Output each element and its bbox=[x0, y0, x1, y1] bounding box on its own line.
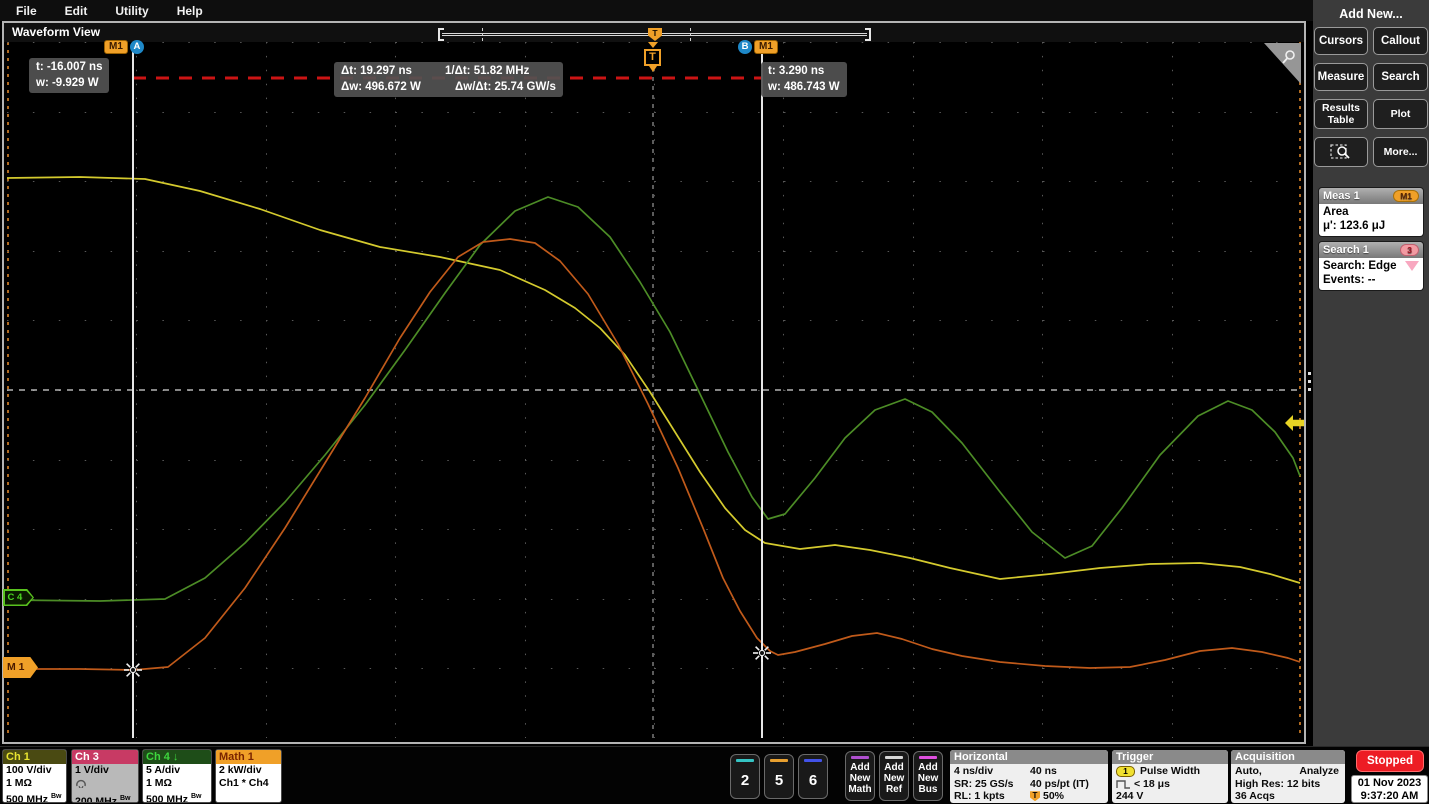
graticule bbox=[7, 42, 1301, 738]
plot-button[interactable]: Plot bbox=[1373, 99, 1428, 129]
scope-button-2[interactable]: 2 bbox=[730, 754, 760, 799]
meas1-type: Area bbox=[1323, 205, 1419, 219]
record-trigger-marker[interactable]: T bbox=[648, 28, 662, 41]
search-button[interactable]: Search bbox=[1373, 63, 1428, 91]
menu-file[interactable]: File bbox=[16, 4, 37, 18]
meas1-source-badge: M1 bbox=[1393, 190, 1419, 202]
panel-splitter-handle[interactable] bbox=[1306, 367, 1313, 396]
run-stop-button[interactable]: Stopped bbox=[1356, 750, 1424, 772]
cursor-b-marker[interactable] bbox=[753, 644, 771, 662]
trigger-t-icon: T bbox=[644, 49, 661, 66]
zoom-mode-button[interactable] bbox=[1314, 137, 1368, 167]
ch4-offset-arrow-icon: ↓ bbox=[173, 751, 179, 763]
cursor-a-readout: t: -16.007 ns w: -9.929 W bbox=[29, 58, 109, 93]
menu-bar: File Edit Utility Help bbox=[0, 0, 1429, 21]
zoom-area-icon bbox=[1330, 143, 1352, 161]
more-button[interactable]: More... bbox=[1373, 137, 1428, 167]
cursor-a-marker[interactable] bbox=[124, 661, 142, 679]
cursor-b-badges[interactable]: B M1 bbox=[738, 40, 778, 54]
pulse-width-icon bbox=[1116, 779, 1131, 789]
measure-button[interactable]: Measure bbox=[1314, 63, 1368, 91]
horizontal-panel[interactable]: Horizontal 4 ns/div 40 ns SR: 25 GS/s 40… bbox=[950, 750, 1108, 803]
settings-bar: Ch 1 100 V/div 1 MΩ 500 MHz Bw Ch 3 1 V/… bbox=[0, 746, 1429, 804]
meas-m1-badge: M1 bbox=[104, 40, 128, 54]
probe-icon bbox=[72, 777, 138, 792]
trigger-arrow-icon bbox=[648, 42, 658, 48]
magnifier-icon bbox=[1281, 49, 1297, 65]
falling-edge-icon bbox=[1405, 261, 1419, 271]
scope-button-5[interactable]: 5 bbox=[764, 754, 794, 799]
add-new-header: Add New... bbox=[1313, 7, 1429, 27]
search1-title: Search 1 bbox=[1323, 244, 1369, 256]
cursor-b-readout: t: 3.290 ns w: 486.743 W bbox=[761, 62, 847, 97]
menu-edit[interactable]: Edit bbox=[65, 4, 88, 18]
add-new-bus-button[interactable]: AddNew Bus bbox=[913, 751, 943, 801]
results-sidebar: Add New... Cursors Callout Measure Searc… bbox=[1313, 0, 1429, 746]
record-left-bracket bbox=[438, 28, 444, 41]
graticule-area: M1 A t: -16.007 ns w: -9.929 W Δt: 19.29… bbox=[7, 42, 1301, 738]
menu-utility[interactable]: Utility bbox=[115, 4, 148, 18]
datetime-display: 01 Nov 2023 9:37:20 AM bbox=[1351, 775, 1428, 803]
cursor-delta-readout: Δt: 19.297 ns 1/Δt: 51.82 MHz Δw: 496.67… bbox=[334, 62, 563, 97]
ch3-badge[interactable]: Ch 3 1 V/div 200 MHz Bw bbox=[71, 749, 139, 803]
cursors-button[interactable]: Cursors bbox=[1314, 27, 1368, 55]
meas1-result-card[interactable]: Meas 1 M1 Area μ': 123.6 μJ bbox=[1318, 187, 1424, 237]
cursor-b-badge[interactable]: B bbox=[738, 40, 752, 54]
record-tick-right bbox=[690, 28, 691, 41]
trigger-source-badge: 1 bbox=[1116, 766, 1135, 777]
trigger-position-icon: T bbox=[1030, 791, 1040, 801]
record-view-minimap[interactable]: T bbox=[438, 28, 871, 41]
cursor-a-badges[interactable]: M1 A bbox=[104, 40, 144, 54]
waveform-view-title: Waveform View bbox=[12, 25, 100, 39]
waveform-view-titlebar: Waveform View T bbox=[4, 23, 1304, 42]
acquisition-panel[interactable]: Acquisition Auto, Analyze High Res: 12 b… bbox=[1231, 750, 1345, 803]
add-new-math-button[interactable]: AddNew Math bbox=[845, 751, 875, 801]
waveform-ch1[interactable] bbox=[7, 177, 1300, 583]
math1-badge[interactable]: Math 1 2 kW/div Ch1 * Ch4 bbox=[215, 749, 282, 803]
callout-button[interactable]: Callout bbox=[1373, 27, 1428, 55]
menu-help[interactable]: Help bbox=[177, 4, 203, 18]
trigger-panel[interactable]: Trigger 1Pulse Width < 18 μs 244 V bbox=[1112, 750, 1228, 803]
waveform-view-window: Waveform View T M1 A t: -16.007 ns w: -9… bbox=[2, 21, 1306, 744]
cursor-a-badge[interactable]: A bbox=[130, 40, 144, 54]
record-right-bracket bbox=[865, 28, 871, 41]
add-new-ref-button[interactable]: AddNew Ref bbox=[879, 751, 909, 801]
search1-events: Events: -- bbox=[1323, 273, 1419, 287]
search1-type: Search: Edge bbox=[1323, 259, 1397, 273]
trigger-flag-tip bbox=[649, 66, 657, 72]
record-tick-left bbox=[482, 28, 483, 41]
meas-m1-badge: M1 bbox=[754, 40, 778, 54]
ch4-badge[interactable]: Ch 4 ↓ 5 A/div 1 MΩ 500 MHz Bw bbox=[142, 749, 212, 803]
meas1-value: μ': 123.6 μJ bbox=[1323, 219, 1419, 233]
ch1-badge[interactable]: Ch 1 100 V/div 1 MΩ 500 MHz Bw bbox=[2, 749, 67, 803]
search1-result-card[interactable]: Search 1 3 Search: Edge Events: -- bbox=[1318, 241, 1424, 291]
meas1-title: Meas 1 bbox=[1323, 190, 1360, 202]
search1-count-badge: 3 bbox=[1400, 244, 1419, 256]
trigger-flag[interactable]: T bbox=[644, 42, 662, 72]
scope-button-6[interactable]: 6 bbox=[798, 754, 828, 799]
results-table-button[interactable]: Results Table bbox=[1314, 99, 1368, 129]
